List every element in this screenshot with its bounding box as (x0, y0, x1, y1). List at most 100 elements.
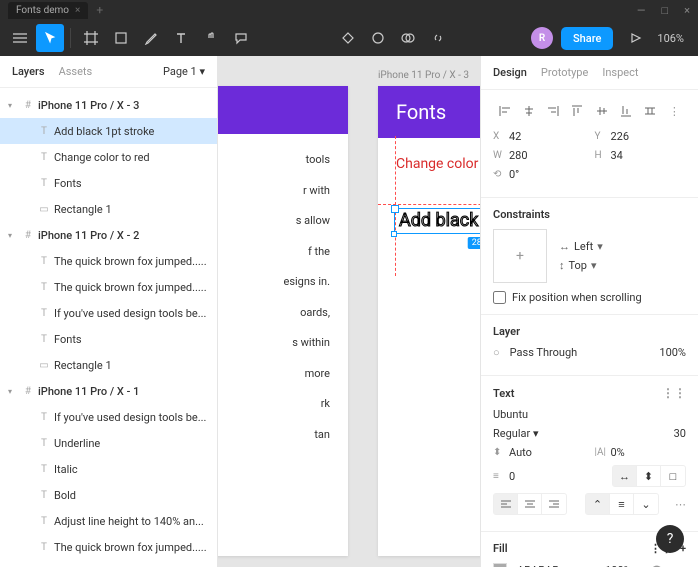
share-button[interactable]: Share (561, 27, 613, 50)
y-value[interactable]: 226 (611, 130, 630, 143)
layer-frame[interactable]: ▾#iPhone 11 Pro / X - 2 (0, 222, 217, 248)
more-align-icon[interactable]: ⋮ (663, 100, 686, 122)
font-family[interactable]: Ubuntu (493, 408, 528, 421)
tab-layers[interactable]: Layers (12, 65, 45, 78)
text-tool[interactable] (167, 24, 195, 52)
layer-item[interactable]: TThe quick brown fox jumped..... (0, 534, 217, 560)
pen-tool[interactable] (137, 24, 165, 52)
new-tab-button[interactable]: + (96, 3, 103, 17)
menu-button[interactable] (6, 24, 34, 52)
canvas[interactable]: toolsr withs allowf theesigns in.oards,s… (218, 56, 480, 567)
v-constraint[interactable]: ↕ Top ▾ (559, 259, 603, 272)
tab-design[interactable]: Design (493, 66, 527, 79)
fill-remove-icon[interactable]: − (680, 564, 686, 567)
link-tool[interactable] (424, 24, 452, 52)
layer-frame[interactable]: ▾#iPhone 11 Pro / X - 3 (0, 92, 217, 118)
align-top-icon[interactable] (566, 100, 589, 122)
fix-position-checkbox[interactable]: Fix position when scrolling (493, 291, 686, 304)
font-size[interactable]: 30 (674, 427, 686, 440)
maximize-icon[interactable]: □ (661, 4, 668, 17)
artboard-label[interactable]: iPhone 11 Pro / X - 3 (378, 70, 469, 81)
layer-item[interactable]: TThe quick brown fox jumped..... (0, 274, 217, 300)
layer-section-title: Layer (493, 325, 686, 338)
valign-mid-icon[interactable]: ≡ (610, 494, 634, 514)
textalign-center-icon[interactable] (518, 494, 542, 514)
page-selector[interactable]: Page 1 ▾ (163, 65, 205, 78)
layer-item[interactable]: TBold (0, 482, 217, 508)
toolbar: R Share 106% (0, 20, 698, 56)
comment-tool[interactable] (227, 24, 255, 52)
frame-tool[interactable] (77, 24, 105, 52)
text-selected[interactable]: Add black 1pt stroke (395, 209, 480, 232)
layer-tree: ▾#iPhone 11 Pro / X - 3TAdd black 1pt st… (0, 88, 217, 567)
align-left-icon[interactable] (493, 100, 516, 122)
layer-item[interactable]: TItalic (0, 456, 217, 482)
layer-item[interactable]: TAdd black 1pt stroke (0, 118, 217, 144)
fill-visible-icon[interactable]: 👁 (650, 564, 664, 567)
close-window-icon[interactable]: × (684, 4, 690, 17)
text-section-title: Text (493, 387, 514, 400)
hand-tool[interactable] (197, 24, 225, 52)
help-button[interactable]: ? (656, 525, 684, 553)
line-height[interactable]: Auto (509, 446, 532, 459)
textalign-left-icon[interactable] (494, 494, 518, 514)
letter-spacing[interactable]: 0% (611, 446, 625, 459)
x-value[interactable]: 42 (509, 130, 521, 143)
minimize-icon[interactable]: — (637, 4, 646, 17)
zoom-level[interactable]: 106% (657, 32, 692, 45)
move-tool[interactable] (36, 24, 64, 52)
h-constraint[interactable]: ↔ Left ▾ (559, 240, 603, 253)
layer-item[interactable]: TThe quick brown fox... (0, 560, 217, 567)
layer-frame[interactable]: ▾#iPhone 11 Pro / X - 1 (0, 378, 217, 404)
layer-item[interactable]: TAdjust line height to 140% an... (0, 508, 217, 534)
font-weight[interactable]: Regular ▾ (493, 427, 539, 440)
close-tab-icon[interactable]: × (75, 5, 80, 16)
tab-prototype[interactable]: Prototype (541, 66, 588, 79)
selection-box[interactable]: Add black 1pt stroke 280 × 34 (394, 208, 480, 234)
fill-opacity[interactable]: 100% (605, 564, 632, 567)
autoheight-icon[interactable]: ⬍ (637, 466, 661, 486)
tab-inspect[interactable]: Inspect (602, 66, 638, 79)
w-value[interactable]: 280 (509, 149, 528, 162)
text-red[interactable]: Change color to red (396, 156, 480, 172)
tab-assets[interactable]: Assets (59, 65, 93, 78)
rotation-value[interactable]: 0° (509, 168, 519, 181)
valign-bot-icon[interactable]: ⌄ (634, 494, 658, 514)
mask-tool[interactable] (364, 24, 392, 52)
align-hcenter-icon[interactable] (517, 100, 540, 122)
layer-item[interactable]: TIf you've used design tools be... (0, 300, 217, 326)
valign-top-icon[interactable]: ⌃ (586, 494, 610, 514)
layer-item[interactable]: TFonts (0, 170, 217, 196)
artboard-peek[interactable]: toolsr withs allowf theesigns in.oards,s… (218, 86, 348, 556)
layer-item[interactable]: TChange color to red (0, 144, 217, 170)
layer-item[interactable]: TFonts (0, 326, 217, 352)
align-bottom-icon[interactable] (614, 100, 637, 122)
paragraph-spacing[interactable]: 0 (509, 470, 515, 483)
align-vcenter-icon[interactable] (590, 100, 613, 122)
layer-item[interactable]: TUnderline (0, 430, 217, 456)
layer-item[interactable]: TIf you've used design tools be... (0, 404, 217, 430)
avatar[interactable]: R (531, 27, 553, 49)
file-tab[interactable]: Fonts demo × (8, 2, 88, 19)
layer-item[interactable]: TThe quick brown fox jumped..... (0, 248, 217, 274)
fixedsize-icon[interactable]: □ (661, 466, 685, 486)
shape-tool[interactable] (107, 24, 135, 52)
fill-swatch[interactable] (493, 563, 507, 567)
layer-opacity[interactable]: 100% (659, 346, 686, 359)
align-right-icon[interactable] (542, 100, 565, 122)
fill-hex[interactable]: ABABAB (517, 564, 559, 567)
component-tool[interactable] (334, 24, 362, 52)
h-value[interactable]: 34 (611, 149, 623, 162)
layer-item[interactable]: ▭Rectangle 1 (0, 196, 217, 222)
autowidth-icon[interactable]: ↔ (613, 466, 637, 486)
textalign-right-icon[interactable] (542, 494, 566, 514)
text-more-icon[interactable]: ⋯ (675, 498, 686, 511)
constraints-widget[interactable] (493, 229, 547, 283)
distribute-icon[interactable] (639, 100, 662, 122)
layer-item[interactable]: ▭Rectangle 1 (0, 352, 217, 378)
blend-mode[interactable]: Pass Through (510, 346, 650, 359)
boolean-tool[interactable] (394, 24, 422, 52)
artboard-main[interactable]: iPhone 11 Pro / X - 3 Fonts Change color… (378, 86, 480, 556)
text-style-icon[interactable]: ⋮⋮ (662, 386, 686, 400)
present-button[interactable] (621, 24, 649, 52)
